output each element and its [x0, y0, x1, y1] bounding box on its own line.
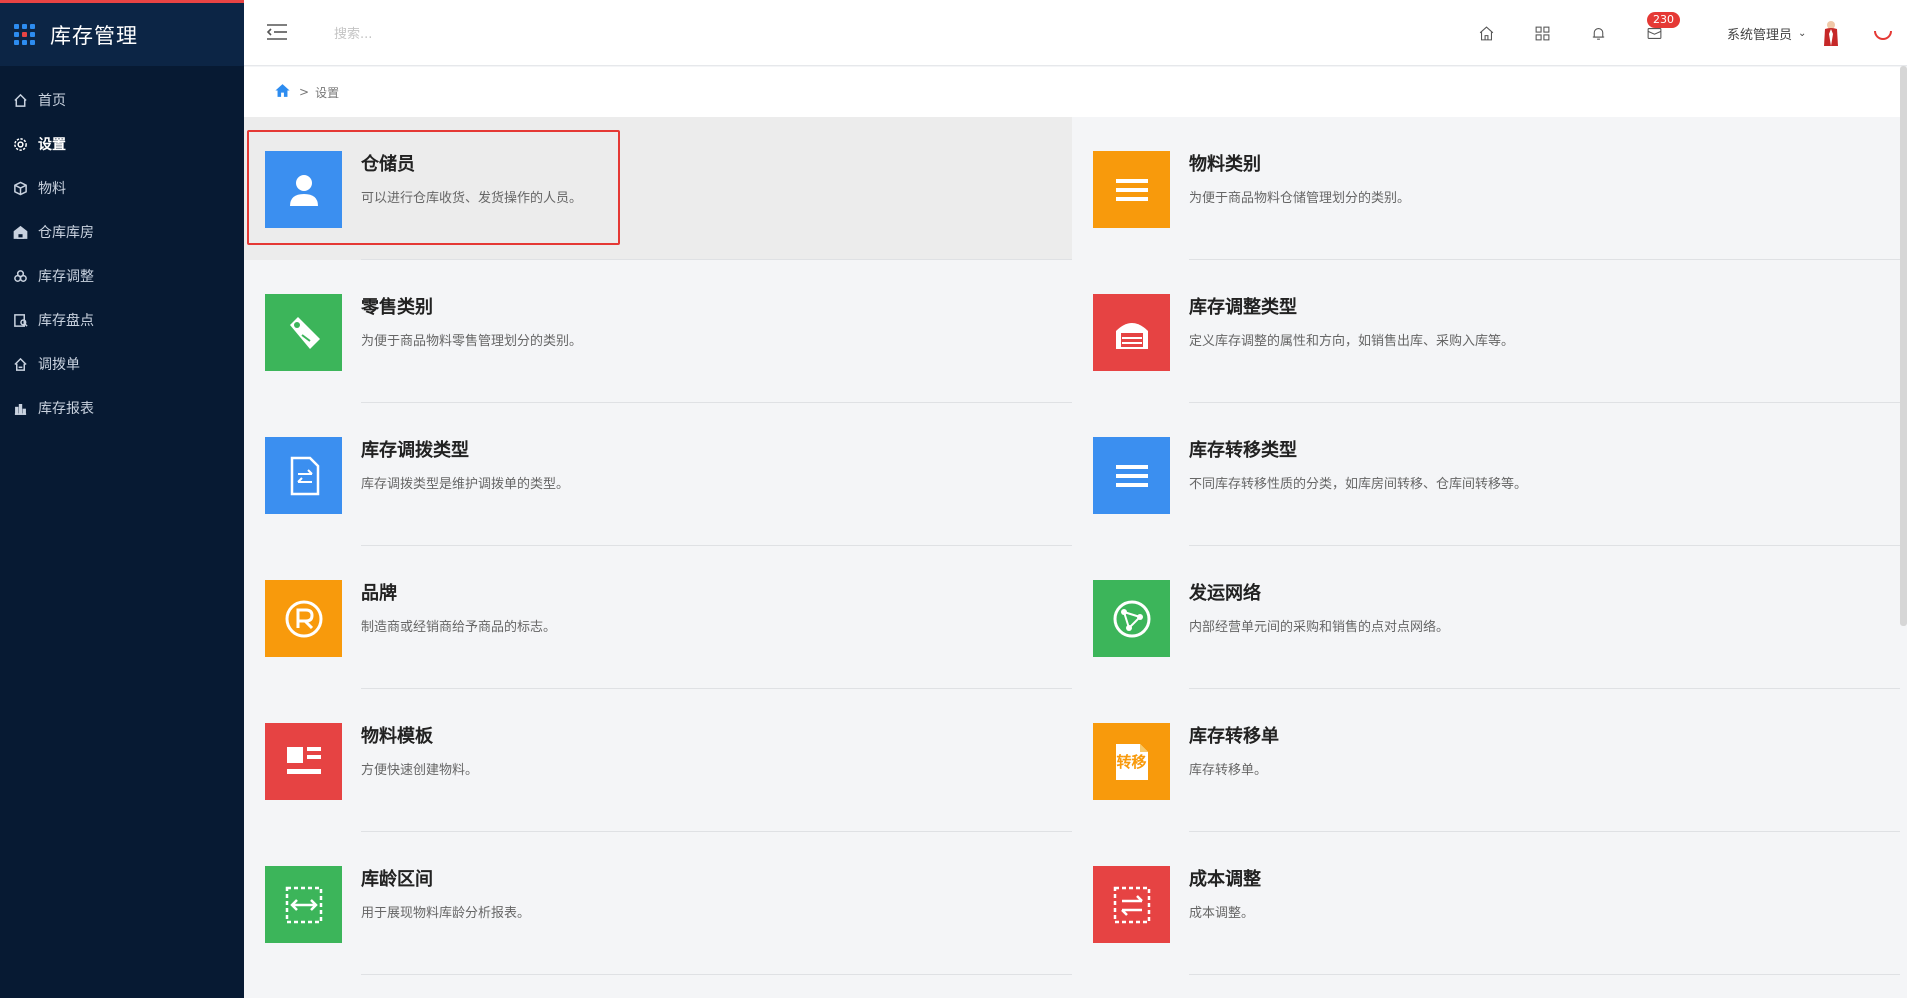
list-icon — [1093, 437, 1170, 514]
inventory-check-icon — [12, 312, 28, 328]
loading-spinner-icon — [1872, 20, 1894, 42]
card-description: 定义库存调整的属性和方向，如销售出库、采购入库等。 — [1189, 334, 1515, 349]
bell-icon[interactable] — [1587, 22, 1609, 44]
card-description: 内部经营单元间的采购和销售的点对点网络。 — [1189, 620, 1450, 635]
sidebar-item-label: 仓库库房 — [38, 225, 94, 241]
card-description: 用于展现物料库龄分析报表。 — [361, 906, 531, 921]
card-divider — [361, 974, 1072, 975]
card-title: 仓储员 — [361, 154, 415, 175]
card-description: 可以进行仓库收货、发货操作的人员。 — [361, 191, 583, 206]
message-icon[interactable]: 230 — [1643, 12, 1680, 44]
list-icon — [1093, 151, 1170, 228]
adjust-icon — [12, 268, 28, 284]
settings-card[interactable]: 发运网络内部经营单元间的采购和销售的点对点网络。 — [1072, 546, 1900, 689]
notification-badge: 230 — [1647, 12, 1680, 28]
garage-icon — [1093, 294, 1170, 371]
home-icon[interactable] — [274, 82, 291, 102]
range-icon — [265, 866, 342, 943]
home-icon[interactable] — [1475, 22, 1497, 44]
apps-grid-icon[interactable] — [1531, 22, 1553, 44]
sidebar-item-6[interactable]: 调拨单 — [0, 342, 244, 386]
settings-card[interactable]: 物料类别为便于商品物料仓储管理划分的类别。 — [1072, 117, 1900, 260]
sidebar-item-label: 首页 — [38, 93, 66, 109]
sidebar-item-5[interactable]: 库存盘点 — [0, 298, 244, 342]
settings-card[interactable]: 库存调整类型定义库存调整的属性和方向，如销售出库、采购入库等。 — [1072, 260, 1900, 403]
sidebar-item-4[interactable]: 库存调整 — [0, 254, 244, 298]
transfer-doc-icon: 转移 — [1093, 723, 1170, 800]
breadcrumb-current: 设置 — [315, 85, 340, 100]
card-title: 物料模板 — [361, 726, 433, 747]
card-description: 为便于商品物料仓储管理划分的类别。 — [1189, 191, 1411, 206]
sidebar-item-2[interactable]: 物料 — [0, 166, 244, 210]
breadcrumb-separator: > — [299, 85, 310, 99]
sidebar-item-label: 库存调整 — [38, 269, 94, 285]
card-description: 为便于商品物料零售管理划分的类别。 — [361, 334, 583, 349]
sidebar-item-1[interactable]: 设置 — [0, 122, 244, 166]
sidebar: 库存管理 首页设置物料仓库库房库存调整库存盘点调拨单库存报表 — [0, 0, 244, 998]
card-divider — [1189, 974, 1900, 975]
card-description: 方便快速创建物料。 — [361, 763, 479, 778]
card-title: 库龄区间 — [361, 869, 433, 890]
card-title: 库存转移单 — [1189, 726, 1279, 747]
sidebar-item-label: 库存盘点 — [38, 313, 94, 329]
template-icon — [265, 723, 342, 800]
settings-card[interactable]: 成本调整 成本调整。 — [1072, 832, 1900, 975]
app-grid-icon — [14, 23, 36, 46]
card-description: 库存调拨类型是维护调拨单的类型。 — [361, 477, 570, 492]
sidebar-item-label: 库存报表 — [38, 401, 94, 417]
card-description: 制造商或经销商给予商品的标志。 — [361, 620, 557, 635]
sidebar-item-7[interactable]: 库存报表 — [0, 386, 244, 430]
card-title: 库存调整类型 — [1189, 297, 1297, 318]
settings-card[interactable]: 库存调拨类型库存调拨类型是维护调拨单的类型。 — [244, 403, 1072, 546]
scrollbar[interactable] — [1900, 66, 1907, 626]
settings-card[interactable]: 零售类别为便于商品物料零售管理划分的类别。 — [244, 260, 1072, 403]
sidebar-item-label: 物料 — [38, 181, 66, 197]
brand[interactable]: 库存管理 — [0, 3, 244, 66]
card-description: 库存转移单。 — [1189, 763, 1268, 778]
card-title: 品牌 — [361, 583, 397, 604]
settings-card[interactable]: 仓储员可以进行仓库收货、发货操作的人员。 — [244, 117, 1072, 260]
sidebar-item-3[interactable]: 仓库库房 — [0, 210, 244, 254]
card-title: 库存调拨类型 — [361, 440, 469, 461]
card-title: 发运网络 — [1189, 583, 1261, 604]
warehouse-icon — [12, 224, 28, 240]
sidebar-item-label: 设置 — [38, 137, 66, 153]
avatar[interactable] — [1822, 20, 1840, 46]
settings-card[interactable]: 物料模板方便快速创建物料。 — [244, 689, 1072, 832]
icon-label: 转移 — [1116, 753, 1147, 771]
settings-card[interactable]: 库存转移类型不同库存转移性质的分类，如库房间转移、仓库间转移等。 — [1072, 403, 1900, 546]
gear-icon — [12, 136, 28, 152]
user-menu[interactable]: 系统管理员 ⌄ — [1727, 24, 1806, 43]
settings-grid: 仓储员 可以进行仓库收货、发货操作的人员。 物料类别 为便于商品物料仓储管理划分的类别… — [244, 117, 1902, 998]
chevron-down-icon: ⌄ — [1798, 28, 1807, 39]
breadcrumb: > 设置 — [244, 67, 1907, 117]
search-input[interactable] — [334, 21, 594, 47]
card-title: 成本调整 — [1189, 869, 1261, 890]
top-bar: 230 系统管理员 ⌄ — [244, 0, 1907, 66]
document-transfer-icon — [265, 437, 342, 514]
card-title: 库存转移类型 — [1189, 440, 1297, 461]
home-icon — [12, 92, 28, 108]
cube-icon — [12, 180, 28, 196]
settings-card[interactable]: 转移 库存转移单库存转移单。 — [1072, 689, 1900, 832]
card-description: 不同库存转移性质的分类，如库房间转移、仓库间转移等。 — [1189, 477, 1528, 492]
app-title: 库存管理 — [50, 23, 138, 48]
bar-chart-icon — [12, 400, 28, 416]
sidebar-nav: 首页设置物料仓库库房库存调整库存盘点调拨单库存报表 — [0, 78, 244, 430]
card-description: 成本调整。 — [1189, 906, 1255, 921]
registered-icon — [265, 580, 342, 657]
person-icon — [265, 151, 342, 228]
transfer-icon — [12, 356, 28, 372]
tag-icon — [265, 294, 342, 371]
settings-card[interactable]: 库龄区间用于展现物料库龄分析报表。 — [244, 832, 1072, 975]
settings-card[interactable]: 品牌制造商或经销商给予商品的标志。 — [244, 546, 1072, 689]
sidebar-item-0[interactable]: 首页 — [0, 78, 244, 122]
user-name: 系统管理员 — [1727, 28, 1793, 43]
cost-adjust-icon — [1093, 866, 1170, 943]
card-title: 零售类别 — [361, 297, 433, 318]
sidebar-item-label: 调拨单 — [38, 357, 80, 373]
card-title: 物料类别 — [1189, 154, 1261, 175]
menu-toggle-icon[interactable] — [266, 22, 288, 42]
network-globe-icon — [1093, 580, 1170, 657]
